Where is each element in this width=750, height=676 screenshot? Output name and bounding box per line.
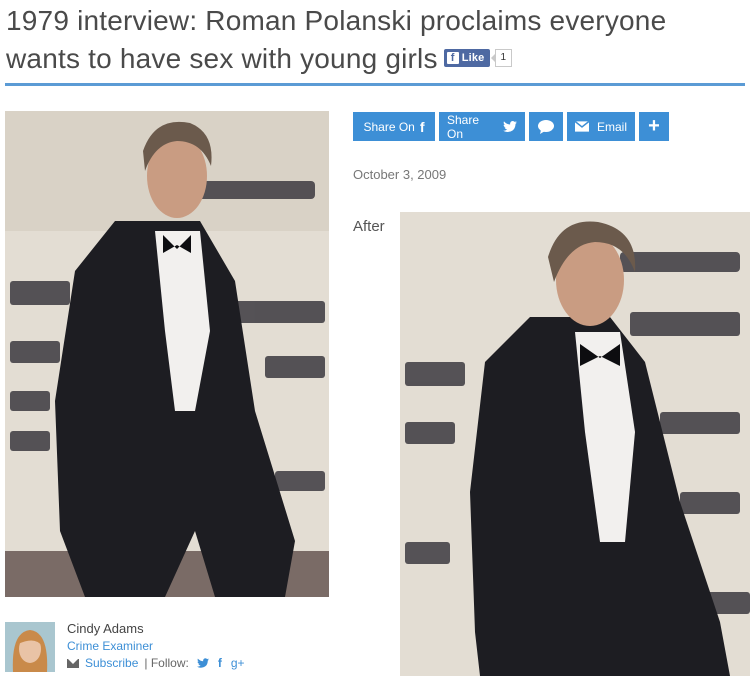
- twitter-bird-icon: [503, 121, 517, 132]
- facebook-like-button[interactable]: f Like: [443, 48, 490, 67]
- article-photo-before: [5, 111, 329, 597]
- author-name[interactable]: Cindy Adams: [67, 621, 144, 636]
- headline-divider: [5, 83, 745, 86]
- author-actions: Subscribe | Follow: f g+: [67, 656, 254, 670]
- envelope-icon: [575, 121, 589, 132]
- photo-caption-after: After: [353, 218, 385, 235]
- author-role[interactable]: Crime Examiner: [67, 639, 153, 653]
- google-plus-icon[interactable]: g+: [231, 656, 245, 670]
- plus-icon: +: [648, 115, 660, 137]
- share-facebook-button[interactable]: Share On f: [353, 112, 435, 141]
- share-twitter-button[interactable]: Share On: [439, 112, 525, 141]
- share-bar: Share On f Share On Email +: [353, 112, 669, 141]
- like-label: Like: [461, 51, 485, 64]
- article-photo-after: [400, 212, 750, 676]
- like-count: 1: [490, 48, 513, 67]
- share-email-button[interactable]: Email: [567, 112, 635, 141]
- follow-label: | Follow:: [144, 656, 189, 670]
- facebook-like-widget[interactable]: f Like 1: [443, 48, 513, 67]
- subscribe-link[interactable]: Subscribe: [85, 656, 138, 670]
- share-facebook-label: Share On: [363, 119, 415, 134]
- facebook-icon: f: [446, 51, 459, 64]
- avatar[interactable]: [5, 622, 55, 672]
- share-twitter-label: Share On: [447, 112, 480, 141]
- facebook-icon[interactable]: f: [218, 656, 222, 670]
- headline-text: 1979 interview: Roman Polanski proclaims…: [6, 5, 667, 74]
- twitter-bird-icon[interactable]: [196, 658, 209, 668]
- comment-button[interactable]: [529, 112, 563, 141]
- article-date: October 3, 2009: [353, 167, 447, 182]
- more-share-button[interactable]: +: [639, 112, 669, 141]
- facebook-icon: f: [419, 118, 425, 135]
- speech-bubble-icon: [538, 119, 554, 134]
- share-email-label: Email: [596, 119, 627, 134]
- article-headline: 1979 interview: Roman Polanski proclaims…: [6, 2, 746, 78]
- envelope-icon: [67, 658, 79, 668]
- author-box: Cindy Adams Crime Examiner Subscribe | F…: [5, 621, 335, 673]
